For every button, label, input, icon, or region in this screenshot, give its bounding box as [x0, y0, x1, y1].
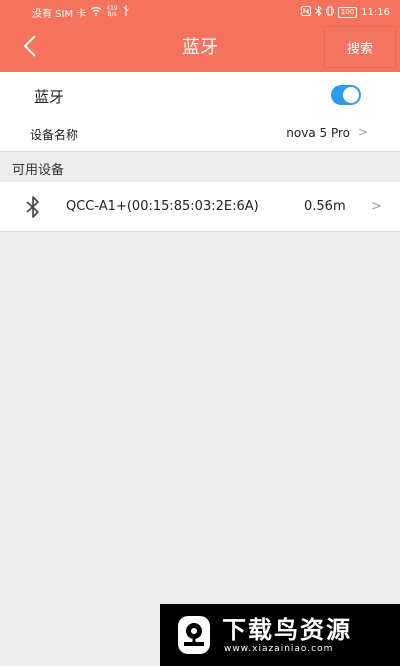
device-name-row[interactable]: 设备名称 nova 5 Pro >: [0, 120, 400, 152]
chevron-right-icon: >: [371, 199, 382, 214]
net-speed-unit: B/s: [107, 11, 117, 18]
bluetooth-status-icon: [314, 4, 322, 19]
device-name-label: 设备名称: [30, 128, 79, 142]
bluetooth-toggle-row: 蓝牙: [0, 72, 400, 120]
available-devices-header: 可用设备: [0, 152, 400, 182]
app-header: 蓝牙 搜索: [0, 24, 400, 72]
device-distance: 0.56m: [304, 199, 346, 214]
bluetooth-toggle[interactable]: [331, 85, 361, 105]
vibrate-icon: [325, 6, 334, 19]
watermark-url: www.xiazainiao.com: [224, 644, 334, 654]
net-speed: 419 B/s: [106, 6, 117, 18]
nfc-icon: [300, 5, 311, 19]
device-name: QCC-A1+(00:15:85:03:2E:6A): [66, 199, 259, 214]
bluetooth-label: 蓝牙: [34, 88, 65, 106]
bluetooth-icon: [24, 195, 42, 219]
wifi-icon: [90, 6, 102, 19]
watermark-title: 下载鸟资源: [222, 616, 352, 644]
status-time: 11:16: [361, 6, 390, 18]
device-name-value: nova 5 Pro: [286, 126, 350, 140]
chevron-right-icon: >: [357, 125, 368, 139]
toggle-knob: [343, 87, 359, 103]
bird-logo-icon: [172, 612, 216, 658]
usb-icon: [122, 5, 130, 19]
device-list-item[interactable]: QCC-A1+(00:15:85:03:2E:6A) 0.56m >: [0, 182, 400, 232]
back-arrow-icon: [23, 34, 37, 62]
section-title: 可用设备: [12, 163, 65, 178]
search-button[interactable]: 搜索: [324, 26, 396, 68]
watermark: 下载鸟资源 www.xiazainiao.com: [160, 604, 400, 666]
status-bar: 没有 SIM 卡 419 B/s 100 11:16: [0, 0, 400, 24]
back-button[interactable]: [14, 32, 46, 64]
carrier-text: 没有 SIM 卡: [32, 8, 87, 20]
battery-icon: 100: [337, 6, 358, 18]
